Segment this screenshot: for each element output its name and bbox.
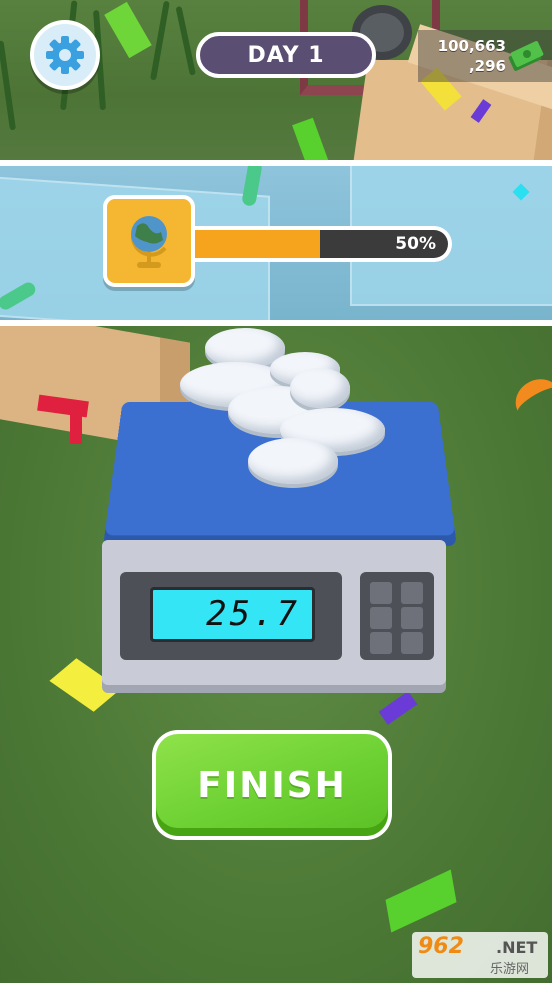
watermark-logo: 962 — [418, 934, 464, 959]
scale-key — [401, 582, 423, 604]
finish-button[interactable]: FINISH — [152, 730, 392, 840]
grass-decoration — [0, 40, 16, 131]
scale-key — [370, 632, 392, 654]
progress-percent: 50% — [395, 234, 436, 254]
globe-icon — [130, 216, 167, 268]
slime-blob — [248, 438, 338, 484]
money-amount: 100,663 ,296 — [424, 36, 506, 76]
scale-key — [370, 582, 392, 604]
money-line-1: 100,663 — [437, 37, 506, 55]
cash-icon — [508, 41, 544, 71]
progress-fill — [192, 230, 320, 258]
scale-reading: 25.7 — [150, 587, 315, 642]
progress-bar: 50% — [192, 226, 452, 262]
money-line-2: ,296 — [468, 57, 506, 75]
scale-key — [401, 632, 423, 654]
slime-blob — [290, 368, 350, 408]
settings-button[interactable] — [30, 20, 100, 90]
gear-icon — [46, 36, 84, 74]
confetti-piece — [292, 117, 330, 160]
grass-decoration — [175, 5, 196, 76]
confetti-piece — [104, 1, 152, 59]
progress-icon-box — [103, 195, 195, 287]
finish-button-label: FINISH — [156, 734, 388, 836]
grass-decoration — [150, 0, 170, 81]
scale-key — [401, 607, 423, 629]
scale-key — [370, 607, 392, 629]
watermark-sub: 乐游网 — [490, 962, 530, 977]
day-indicator: DAY 1 — [196, 32, 376, 78]
confetti-piece — [70, 410, 82, 444]
day-label: DAY 1 — [247, 42, 325, 68]
watermark-net: .NET — [496, 938, 538, 957]
